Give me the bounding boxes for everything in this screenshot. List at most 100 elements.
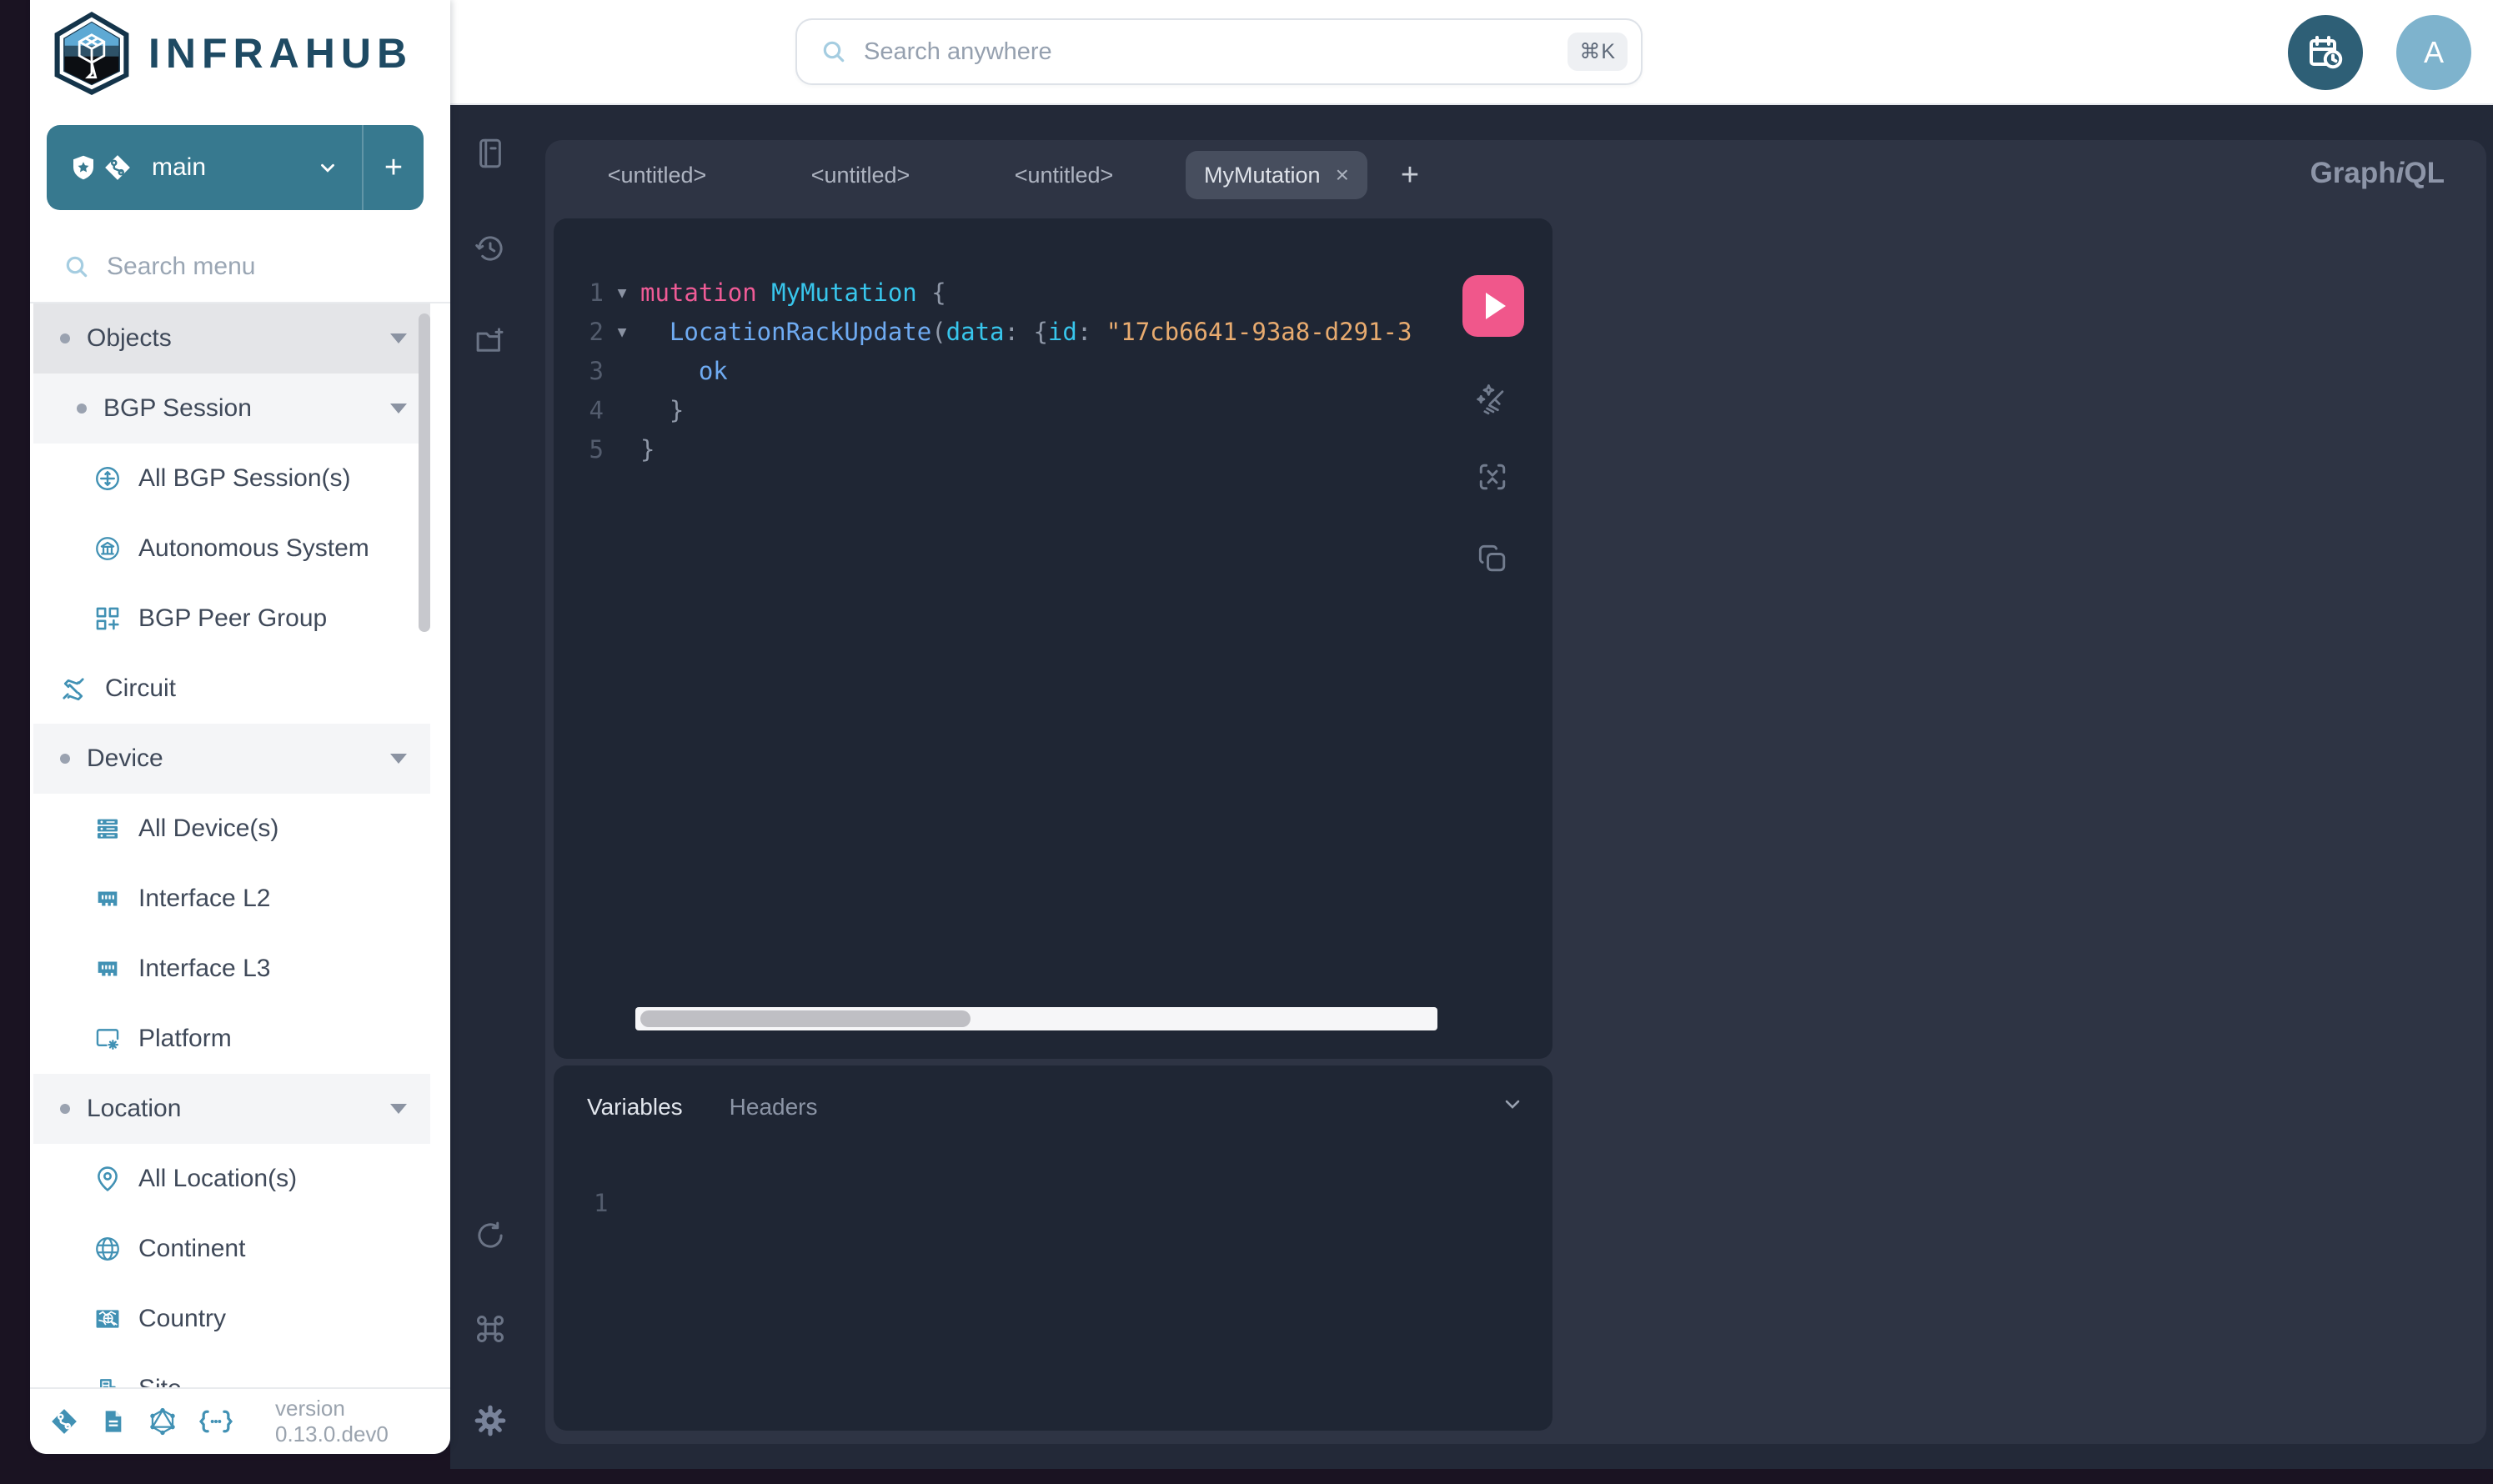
- sidebar-item-continent[interactable]: Continent: [33, 1214, 430, 1284]
- editor-horizontal-scrollbar[interactable]: [635, 1007, 1437, 1030]
- branch-selector[interactable]: main +: [47, 125, 424, 210]
- caret-down-icon[interactable]: [390, 404, 407, 414]
- avatar[interactable]: A: [2396, 15, 2471, 90]
- command-icon: [473, 1311, 508, 1346]
- code-line: 1▼mutation MyMutation {: [554, 273, 1454, 313]
- execute-query-button[interactable]: [1462, 275, 1524, 337]
- settings-button[interactable]: [469, 1399, 512, 1442]
- prettify-sparkle-icon: [1474, 380, 1511, 417]
- close-tab-icon[interactable]: ×: [1336, 162, 1349, 188]
- line-number: 1: [554, 273, 604, 313]
- infrahub-logo[interactable]: INFRAHUB: [50, 8, 413, 98]
- tab-untitled-1[interactable]: <untitled>: [595, 163, 719, 188]
- document-icon[interactable]: [100, 1407, 127, 1436]
- sidebar-item-label: Circuit: [105, 674, 176, 703]
- refresh-icon: [473, 1218, 508, 1253]
- sidebar-item-interface-l2[interactable]: Interface L2: [33, 864, 430, 934]
- fold-arrow-icon[interactable]: ▼: [604, 313, 640, 352]
- caret-down-icon[interactable]: [390, 333, 407, 343]
- sidebar-item-label: All Location(s): [138, 1165, 297, 1193]
- code-text: }: [640, 430, 655, 469]
- merge-fragments-button[interactable]: [1472, 457, 1512, 497]
- shield-star-icon: [68, 153, 98, 183]
- shortcuts-button[interactable]: [469, 1307, 512, 1351]
- sidebar-item-label: Interface L3: [138, 955, 270, 983]
- line-number: 2: [554, 313, 604, 352]
- sidebar-scrollbar[interactable]: [419, 313, 430, 632]
- bullet-icon: [60, 1104, 70, 1114]
- collapse-chevron-icon[interactable]: [1501, 1092, 1524, 1116]
- fold-gutter: [604, 430, 640, 469]
- logo-text: INFRAHUB: [148, 29, 413, 78]
- sidebar: INFRAHUB main + Search menu Objects BGP S…: [30, 0, 450, 1454]
- scrollbar-thumb[interactable]: [640, 1010, 971, 1027]
- play-icon: [1486, 293, 1506, 319]
- chevron-down-icon[interactable]: [317, 157, 339, 178]
- code-line: 2▼ LocationRackUpdate(data: {id: "17cb66…: [554, 313, 1454, 352]
- search-icon: [63, 253, 90, 280]
- sidebar-item-interface-l3[interactable]: Interface L3: [33, 934, 430, 1004]
- sidebar-item-bgp-peer-group[interactable]: BGP Peer Group: [33, 584, 430, 654]
- sidebar-item-label: Platform: [138, 1025, 232, 1053]
- sidebar-item-all-location-s[interactable]: All Location(s): [33, 1144, 430, 1214]
- interface-icon: [93, 955, 122, 983]
- git-branch-icon[interactable]: [50, 1407, 78, 1436]
- git-branch-icon: [103, 153, 132, 182]
- sidebar-item-circuit[interactable]: Circuit: [33, 654, 430, 724]
- code-line: 5}: [554, 430, 1454, 469]
- top-header: Search anywhere ⌘K A: [450, 0, 2493, 105]
- tab-headers[interactable]: Headers: [730, 1094, 818, 1121]
- code-line: 3 ok: [554, 352, 1454, 391]
- time-travel-button[interactable]: [2288, 15, 2363, 90]
- global-search-input[interactable]: Search anywhere ⌘K: [795, 18, 1643, 85]
- graphiql-panel: <untitled> <untitled> <untitled> MyMutation…: [545, 140, 2486, 1444]
- sidebar-item-platform[interactable]: Platform: [33, 1004, 430, 1074]
- location-pin-icon: [93, 1165, 122, 1193]
- tab-untitled-2[interactable]: <untitled>: [799, 163, 922, 188]
- sidebar-item-label: Interface L2: [138, 885, 270, 913]
- merge-icon: [1474, 459, 1511, 495]
- refetch-schema-button[interactable]: [469, 1214, 512, 1257]
- history-button[interactable]: [469, 227, 512, 270]
- tab-untitled-3[interactable]: <untitled>: [1002, 163, 1126, 188]
- docs-button[interactable]: [469, 132, 512, 175]
- globe-icon: [93, 1235, 122, 1263]
- prettify-button[interactable]: [1472, 379, 1512, 419]
- bgp-session-icon: [93, 464, 122, 493]
- fold-arrow-icon[interactable]: ▼: [604, 273, 640, 313]
- tab-mymutation[interactable]: MyMutation ×: [1186, 151, 1367, 199]
- graphql-icon[interactable]: [148, 1407, 177, 1436]
- sidebar-item-autonomous-system[interactable]: Autonomous System: [33, 514, 430, 584]
- code-text: }: [640, 391, 684, 430]
- query-editor[interactable]: 1▼mutation MyMutation {2▼ LocationRackUp…: [554, 218, 1552, 1059]
- search-menu-input[interactable]: Search menu: [63, 240, 414, 293]
- fold-gutter: [604, 352, 640, 391]
- code-lines: 1▼mutation MyMutation {2▼ LocationRackUp…: [554, 273, 1454, 469]
- sidebar-item-label: BGP Session: [103, 394, 252, 423]
- sidebar-item-label: Country: [138, 1305, 226, 1333]
- sidebar-item-label: All BGP Session(s): [138, 464, 351, 493]
- caret-down-icon[interactable]: [390, 754, 407, 764]
- sidebar-item-all-device-s[interactable]: All Device(s): [33, 794, 430, 864]
- braces-icon[interactable]: [198, 1409, 233, 1434]
- sidebar-footer: version 0.13.0.dev0: [30, 1387, 450, 1454]
- new-tab-button[interactable]: +: [1401, 158, 1419, 193]
- copy-query-button[interactable]: [1472, 539, 1512, 579]
- sidebar-item-objects[interactable]: Objects: [33, 303, 430, 374]
- sidebar-item-label: Device: [87, 745, 163, 773]
- object-menu: Objects BGP Session All BGP Session(s) Auto…: [33, 303, 430, 1414]
- sidebar-item-bgp-session[interactable]: BGP Session: [33, 374, 430, 444]
- line-number: 3: [554, 352, 604, 391]
- sidebar-item-label: Autonomous System: [138, 534, 369, 563]
- tab-label: MyMutation: [1204, 163, 1321, 188]
- open-collection-button[interactable]: [469, 318, 512, 362]
- sidebar-item-device[interactable]: Device: [33, 724, 430, 794]
- docs-book-icon: [473, 136, 508, 171]
- calendar-clock-icon: [2305, 33, 2345, 73]
- tab-variables[interactable]: Variables: [587, 1094, 683, 1121]
- caret-down-icon[interactable]: [390, 1104, 407, 1114]
- create-branch-button[interactable]: +: [362, 125, 424, 210]
- sidebar-item-location[interactable]: Location: [33, 1074, 430, 1144]
- sidebar-item-country[interactable]: Country: [33, 1284, 430, 1354]
- sidebar-item-all-bgp-session-s[interactable]: All BGP Session(s): [33, 444, 430, 514]
